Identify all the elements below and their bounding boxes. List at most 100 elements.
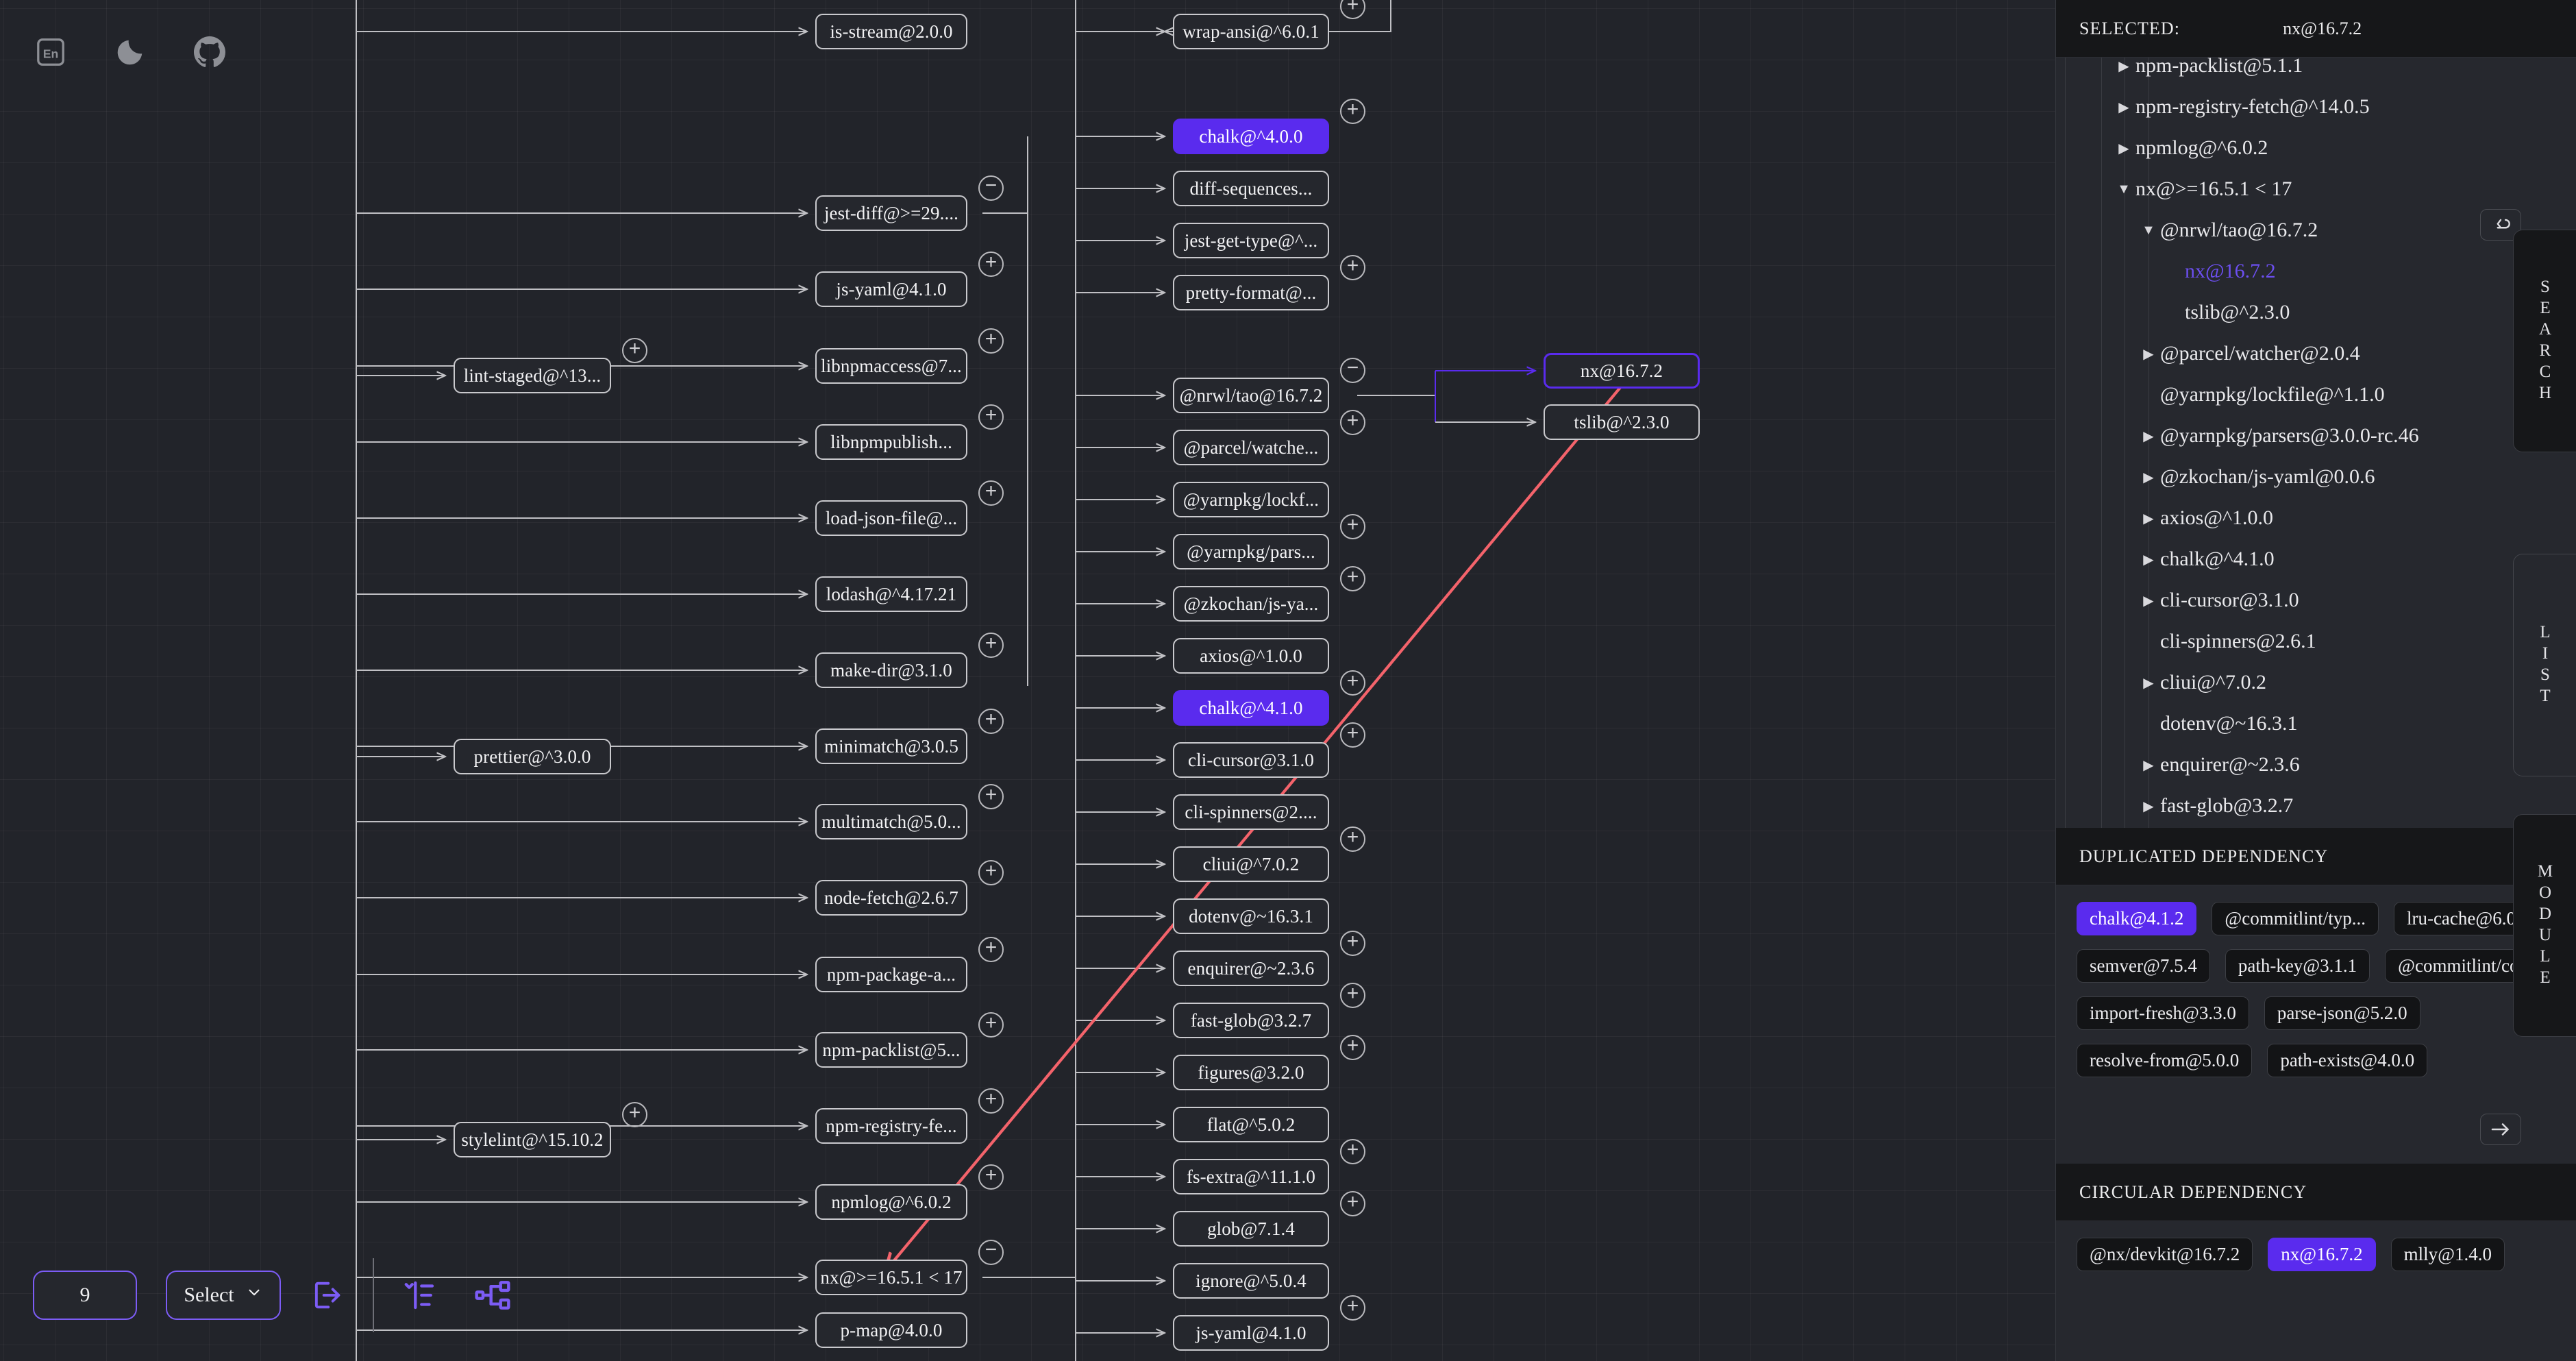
graph-node[interactable]: @yarnpkg/pars... [1173,534,1329,569]
tree-item[interactable]: ▶nx@16.7.2 [2056,251,2576,292]
graph-node[interactable]: chalk@^4.0.0 [1173,119,1329,154]
expand-node-button[interactable]: + [978,633,1004,658]
expand-node-button[interactable]: + [622,1102,647,1127]
graph-node[interactable]: ignore@^5.0.4 [1173,1263,1329,1299]
tree-item[interactable]: ▼ nx@>=16.5.1 < 17 [2056,169,2576,210]
expand-node-button[interactable]: + [1340,826,1365,852]
dependency-chip[interactable]: path-key@3.1.1 [2225,949,2370,983]
tree-item[interactable]: ▶ npm-packlist@5.1.1 [2056,58,2576,86]
theme-toggle-moon-icon[interactable] [112,34,148,70]
expand-node-button[interactable]: + [1340,1191,1365,1216]
graph-node[interactable]: glob@7.1.4 [1173,1211,1329,1247]
graph-node[interactable]: jest-get-type@^... [1173,223,1329,258]
tree-item[interactable]: ▶ cli-cursor@3.1.0 [2056,580,2576,621]
dependency-chip[interactable]: import-fresh@3.3.0 [2077,996,2249,1030]
tree-item[interactable]: ▶ @yarnpkg/parsers@3.0.0-rc.46 [2056,415,2576,456]
graph-node[interactable]: cli-cursor@3.1.0 [1173,742,1329,778]
graph-node[interactable]: @zkochan/js-ya... [1173,586,1329,622]
graph-node[interactable]: @parcel/watche... [1173,430,1329,465]
tree-item[interactable]: ▶@yarnpkg/lockfile@^1.1.0 [2056,374,2576,415]
graph-node[interactable]: chalk@^4.1.0 [1173,690,1329,726]
tree-item[interactable]: ▶ npmlog@^6.0.2 [2056,127,2576,169]
expand-node-button[interactable]: + [978,1012,1004,1038]
graph-node[interactable]: pretty-format@... [1173,275,1329,310]
graph-node[interactable]: lodash@^4.17.21 [815,576,967,612]
graph-node[interactable]: node-fetch@2.6.7 [815,880,967,916]
chevron-right-icon[interactable]: ▶ [2112,58,2135,75]
graph-node[interactable]: enquirer@~2.3.6 [1173,951,1329,986]
tree-item[interactable]: ▶ @zkochan/js-yaml@0.0.6 [2056,456,2576,498]
expand-node-button[interactable]: + [978,480,1004,506]
expand-node-button[interactable]: + [1340,931,1365,956]
graph-node[interactable]: js-yaml@4.1.0 [815,271,967,307]
chevron-down-icon[interactable]: ▼ [2137,223,2160,238]
chevron-right-icon[interactable]: ▶ [2137,469,2160,486]
expand-node-button[interactable]: + [1340,255,1365,280]
tree-view-icon[interactable] [471,1274,514,1316]
expand-node-button[interactable]: + [1340,1295,1365,1321]
graph-node[interactable]: npm-package-a... [815,957,967,992]
graph-node[interactable]: make-dir@3.1.0 [815,652,967,688]
language-toggle[interactable]: En [33,34,69,70]
graph-node[interactable]: minimatch@3.0.5 [815,728,967,764]
graph-node[interactable]: libnpmaccess@7... [815,348,967,384]
expand-node-button[interactable]: + [1340,99,1365,124]
expand-node-button[interactable]: + [1340,1139,1365,1164]
dependency-chip[interactable]: chalk@4.1.2 [2077,902,2197,935]
chevron-right-icon[interactable]: ▶ [2112,99,2135,116]
expand-node-button[interactable]: + [978,252,1004,277]
expand-node-button[interactable]: + [978,709,1004,734]
dependency-chip[interactable]: path-exists@4.0.0 [2267,1044,2428,1077]
chevron-right-icon[interactable]: ▶ [2137,551,2160,568]
dependency-chip[interactable]: parse-json@5.2.0 [2264,996,2420,1030]
expand-node-button[interactable]: + [978,1088,1004,1114]
dependency-chip[interactable]: @commitlint/typ... [2212,902,2379,935]
expand-node-button[interactable]: + [1340,0,1365,19]
dependency-chip[interactable]: mlly@1.4.0 [2390,1238,2505,1271]
expand-node-button[interactable]: + [1340,722,1365,748]
graph-node[interactable]: @nrwl/tao@16.7.2 [1173,378,1329,413]
graph-node[interactable]: load-json-file@... [815,500,967,536]
tree-item[interactable]: ▶cli-spinners@2.6.1 [2056,621,2576,662]
tree-item[interactable]: ▶ enquirer@~2.3.6 [2056,744,2576,785]
chevron-right-icon[interactable]: ▶ [2137,798,2160,815]
chevron-right-icon[interactable]: ▶ [2137,674,2160,691]
dependency-chip[interactable]: resolve-from@5.0.0 [2077,1044,2253,1077]
collapse-node-button[interactable]: − [978,175,1004,201]
chevron-right-icon[interactable]: ▶ [2137,510,2160,527]
chevron-right-icon[interactable]: ▶ [2137,592,2160,609]
dependency-tree[interactable]: ▶ npm-packlist@5.1.1 ▶ npm-registry-fetch@^… [2056,58,2576,828]
graph-node[interactable]: @yarnpkg/lockf... [1173,482,1329,517]
graph-node[interactable]: prettier@^3.0.0 [454,739,611,774]
tree-item[interactable]: ▶ @parcel/watcher@2.0.4 [2056,333,2576,374]
graph-node[interactable]: lint-staged@^13... [454,358,611,393]
tree-item[interactable]: ▶dotenv@~16.3.1 [2056,703,2576,744]
graph-node[interactable]: p-map@4.0.0 [815,1312,967,1348]
expand-node-button[interactable]: + [978,860,1004,885]
chevron-right-icon[interactable]: ▶ [2137,757,2160,774]
collapse-node-button[interactable]: − [1340,357,1365,383]
graph-node[interactable]: dotenv@~16.3.1 [1173,898,1329,934]
tree-item[interactable]: ▶ npm-registry-fetch@^14.0.5 [2056,86,2576,127]
expand-node-button[interactable]: + [978,404,1004,430]
graph-node[interactable]: nx@>=16.5.1 < 17 [815,1260,967,1295]
collapse-node-button[interactable]: − [978,1239,1004,1265]
graph-node[interactable]: figures@3.2.0 [1173,1055,1329,1090]
graph-node[interactable]: flat@^5.0.2 [1173,1107,1329,1142]
expand-node-button[interactable]: + [978,784,1004,809]
graph-node[interactable]: nx@16.7.2 [1544,353,1700,389]
expand-node-button[interactable]: + [622,338,647,363]
graph-node[interactable]: tslib@^2.3.0 [1544,404,1700,440]
expand-node-button[interactable]: + [978,937,1004,962]
tab-list[interactable]: LIST [2513,554,2576,776]
graph-node[interactable]: npm-registry-fe... [815,1108,967,1144]
tab-module[interactable]: MODULE [2513,814,2576,1037]
chevron-right-icon[interactable]: ▶ [2137,428,2160,445]
expand-node-button[interactable]: + [1340,410,1365,435]
expand-node-button[interactable]: + [1340,514,1365,539]
graph-node[interactable]: js-yaml@4.1.0 [1173,1315,1329,1351]
graph-node[interactable]: axios@^1.0.0 [1173,638,1329,674]
dependency-chip[interactable]: @nx/devkit@16.7.2 [2077,1238,2253,1271]
dependency-chip[interactable]: semver@7.5.4 [2077,949,2210,983]
graph-node[interactable]: cli-spinners@2.... [1173,794,1329,830]
